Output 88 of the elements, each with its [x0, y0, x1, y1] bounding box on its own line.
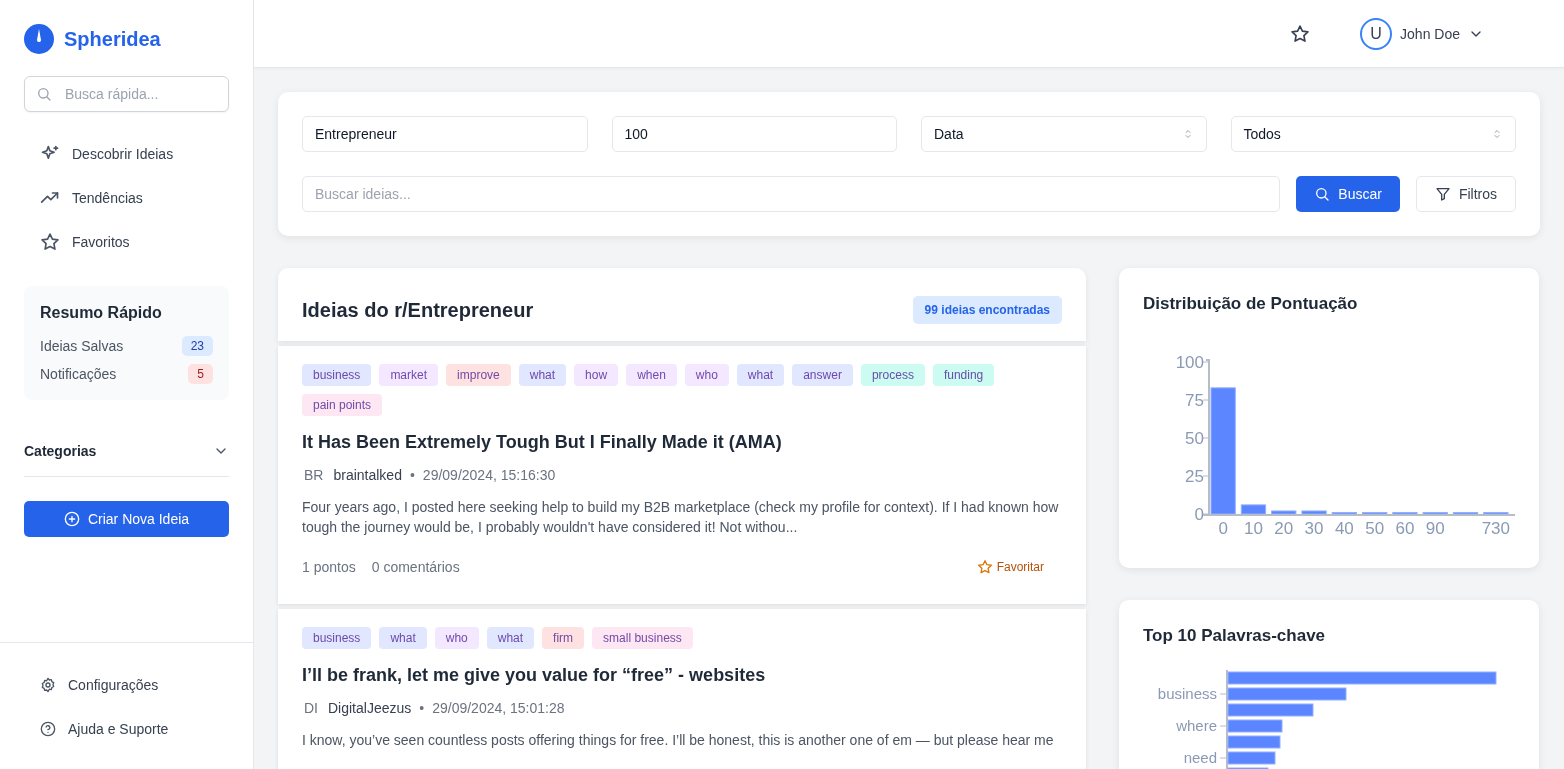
brand-name: Spheridea [64, 27, 161, 51]
nav-item[interactable]: Descobrir Ideias [24, 134, 229, 174]
nav-item[interactable]: Favoritos [24, 222, 229, 262]
summary-title: Resumo Rápido [40, 304, 163, 322]
keyword-tag: process [860, 364, 925, 386]
updown-chevron-icon [1491, 128, 1503, 140]
footer-link[interactable]: Configurações [24, 669, 229, 701]
create-idea-button[interactable]: Criar Nova Ideia [24, 501, 229, 537]
period-select[interactable]: Todos [1230, 116, 1516, 152]
keyword-tag: firm [542, 627, 585, 649]
keyword-tag: funding [932, 364, 995, 386]
post-excerpt: I know, you’ve seen countless posts offering things for free. I’ll be honest, this is another one of em — but please hear me [302, 731, 1055, 750]
keyword-tag: what [379, 627, 427, 649]
gear-icon [40, 677, 56, 693]
summary-label: Ideias Salvas [40, 338, 124, 354]
separator-dot: • [419, 700, 425, 716]
panel-title: Ideias do r/Entrepreneur [302, 298, 534, 322]
points-count: 1 pontos [302, 559, 356, 575]
keyword-tag: answer [792, 364, 853, 386]
axis-tick-label: 0 [1194, 505, 1204, 524]
plus-circle-icon [63, 511, 80, 527]
axis-tick-label: where [1176, 717, 1217, 734]
axis-tick-label: need [1183, 749, 1217, 766]
subreddit-field[interactable]: Entrepreneur [302, 116, 588, 152]
star-icon [1290, 23, 1311, 44]
axis-tick-label: 90 [1425, 519, 1445, 538]
count-badge: 23 [181, 336, 213, 356]
search-icon [1314, 186, 1331, 202]
chart-title: Top 10 Palavras-chave [1143, 626, 1327, 646]
limit-field[interactable]: 100 [611, 116, 897, 152]
post-excerpt: Four years ago, I posted here seeking help to build my B2B marketplace (check my profile for context). If I had known how tough the journey would be, I probably wouldn't have considered it! Not withou... [302, 498, 1060, 537]
keyword-tag: improve [446, 364, 511, 386]
favorite-button[interactable]: Favoritar [970, 558, 1050, 576]
axis-tick-label: 10 [1244, 519, 1263, 538]
chart-title: Distribuição de Pontuação [1143, 294, 1359, 314]
filter-icon [1434, 186, 1451, 202]
post-title[interactable]: It Has Been Extremely Tough But I Finally Made it (AMA) [302, 432, 1062, 453]
filters-button[interactable]: Filtros [1415, 176, 1516, 212]
keyword-tag: what [736, 364, 785, 386]
quick-search-field[interactable]: Busca rápida... [24, 76, 229, 112]
axis-tick-label: 40 [1334, 519, 1354, 538]
summary-label: Notificações [40, 366, 117, 382]
axis-tick-label: 60 [1395, 519, 1415, 538]
user-menu[interactable]: U John Doe [1354, 16, 1490, 51]
keyword-tag: who [684, 364, 729, 386]
axis-tick-label: 25 [1185, 467, 1204, 486]
keyword-tag: when [626, 364, 677, 386]
author-name: DigitalJeezus [328, 700, 412, 716]
search-button[interactable]: Buscar [1296, 176, 1400, 212]
post-title[interactable]: I’ll be frank, let me give you value for “free” - websites [302, 665, 1062, 686]
keyword-tag: market [379, 364, 439, 386]
count-badge: 5 [188, 364, 213, 384]
author-name: braintalked [333, 467, 402, 483]
post-date: 29/09/2024, 15:16:30 [422, 467, 556, 483]
comment-count: 0 comentários [371, 559, 460, 575]
keyword-tag: what [486, 627, 535, 649]
user-name: John Doe [1400, 25, 1460, 42]
separator-dot: • [409, 467, 415, 483]
star-icon [976, 559, 993, 575]
sort-select[interactable]: Data [921, 116, 1207, 152]
axis-tick-label: 50 [1365, 519, 1385, 538]
author-initials: DI [304, 700, 318, 716]
keyword-tag: small business [592, 627, 693, 649]
keyword-tag: how [574, 364, 619, 386]
keyword-tag: what [518, 364, 567, 386]
axis-tick-label: 730 [1481, 519, 1511, 538]
keyword-tag: business [302, 364, 372, 386]
axis-tick-label: 20 [1274, 519, 1294, 538]
axis-tick-label: 100 [1175, 353, 1204, 372]
post-date: 29/09/2024, 15:01:28 [432, 700, 565, 716]
axis-tick-label: 50 [1185, 429, 1204, 448]
axis-tick-label: business [1157, 685, 1217, 702]
nav-item[interactable]: Tendências [24, 178, 229, 218]
results-badge: 99 ideias encontradas [912, 296, 1062, 324]
keyword-tag: business [302, 627, 372, 649]
axis-tick-label: 75 [1185, 391, 1204, 410]
idea-search-field[interactable]: Buscar ideias... [302, 176, 1281, 212]
axis-tick-label: 0 [1218, 519, 1228, 538]
author-initials: BR [304, 467, 324, 483]
help-icon [40, 721, 56, 737]
user-avatar: U [1360, 17, 1393, 50]
axis-tick-label: 30 [1304, 519, 1324, 538]
star-icon [40, 232, 60, 252]
keyword-tag: who [434, 627, 479, 649]
keyword-tag: pain points [302, 394, 383, 416]
logo-icon [24, 24, 54, 54]
footer-link[interactable]: Ajuda e Suporte [24, 713, 229, 745]
categories-toggle[interactable]: Categorias [24, 442, 229, 477]
